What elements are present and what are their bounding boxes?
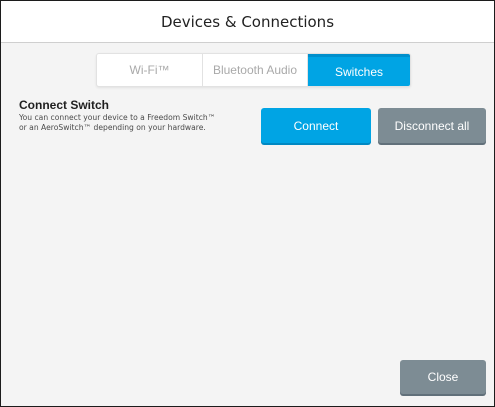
tab-wifi[interactable]: Wi-Fi™: [97, 54, 203, 86]
tab-switches[interactable]: Switches: [308, 54, 410, 86]
connection-tabs: Wi-Fi™ Bluetooth Audio Switches: [96, 53, 411, 87]
dialog-header: Devices & Connections: [1, 1, 494, 43]
dialog-title: Devices & Connections: [160, 12, 335, 31]
tab-bluetooth-audio[interactable]: Bluetooth Audio: [203, 54, 308, 86]
connect-switch-title: Connect Switch: [19, 98, 110, 112]
connect-switch-description: You can connect your device to a Freedom…: [19, 113, 216, 132]
connect-button[interactable]: Connect: [261, 108, 371, 143]
disconnect-all-button[interactable]: Disconnect all: [378, 108, 486, 143]
close-button[interactable]: Close: [400, 360, 486, 394]
devices-connections-dialog: Devices & Connections Wi-Fi™ Bluetooth A…: [0, 0, 495, 407]
